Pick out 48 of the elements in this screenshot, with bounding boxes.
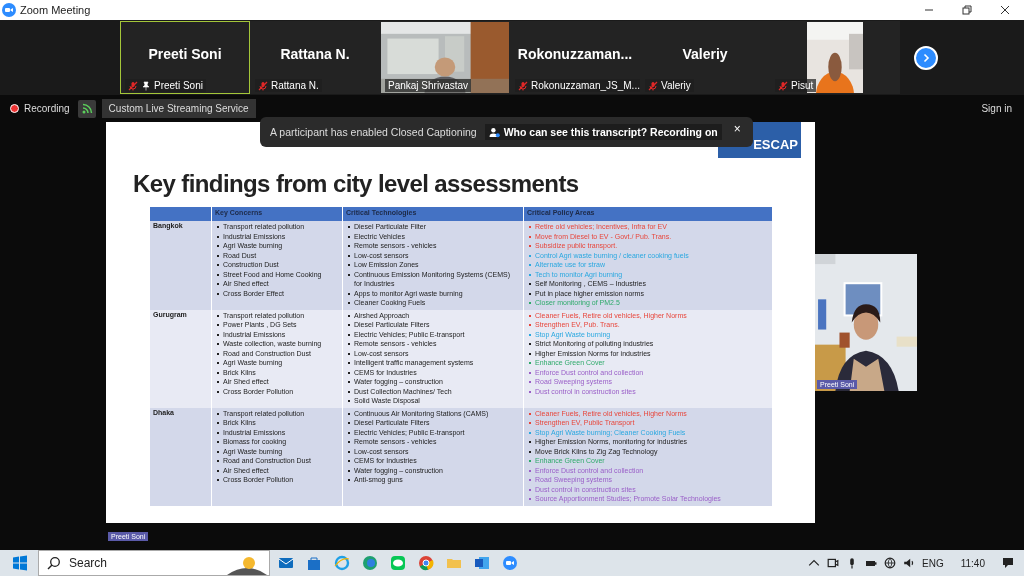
transcript-button[interactable]: Who can see this transcript? Recording on	[484, 124, 722, 140]
search-icon	[47, 556, 61, 570]
participant-tile[interactable]: Preeti Soni Preeti Soni	[120, 21, 250, 94]
participant-label: Rattana N.	[255, 79, 322, 92]
participant-label: Pisut	[775, 79, 817, 92]
chrome-icon[interactable]	[418, 555, 434, 571]
participant-tile[interactable]: Pankaj Shrivastav	[380, 21, 510, 94]
notification-icon[interactable]	[1002, 557, 1014, 569]
participant-name: Rokonuzzaman...	[517, 45, 633, 62]
mail-icon[interactable]	[278, 555, 294, 571]
close-icon[interactable]	[1000, 5, 1010, 15]
camera-icon[interactable]	[827, 557, 840, 569]
globe-icon[interactable]	[884, 557, 897, 569]
live-stream-icon[interactable]	[77, 99, 96, 118]
video-call-app-icon[interactable]	[502, 555, 518, 571]
recording-indicator[interactable]: Recording	[10, 103, 70, 114]
language-indicator[interactable]: ENG	[922, 557, 944, 569]
participant-label: Valeriy	[645, 79, 694, 92]
participant-name: Valeriy	[682, 45, 728, 62]
chevron-right-icon	[921, 53, 931, 63]
browser-icon[interactable]	[362, 555, 378, 571]
window-title: Zoom Meeting	[20, 4, 91, 16]
live-streaming-button[interactable]: Custom Live Streaming Service	[101, 99, 256, 118]
participant-label: Pankaj Shrivastav	[385, 79, 472, 92]
participant-tile[interactable]: Valeriy Valeriy	[640, 21, 770, 94]
sign-in-link[interactable]: Sign in	[981, 103, 1012, 114]
start-button-icon[interactable]	[12, 555, 28, 571]
person-icon	[488, 126, 500, 138]
participant-label: Preeti Soni	[125, 79, 206, 92]
caret-icon[interactable]	[808, 557, 821, 569]
store-icon[interactable]	[306, 555, 322, 571]
caption-message: A participant has enabled Closed Captioning	[270, 126, 477, 138]
participant-name: Rattana N.	[280, 45, 350, 62]
speaker-icon[interactable]	[903, 557, 916, 569]
header-cell	[150, 207, 211, 221]
participant-tile[interactable]: Pisut	[770, 21, 900, 94]
participant-name: Preeti Soni	[148, 45, 222, 62]
restore-icon[interactable]	[962, 5, 972, 15]
close-button[interactable]: ×	[729, 122, 743, 142]
slide-title: Key findings from city level assessments	[133, 170, 580, 198]
participant-label: Rokonuzzaman_JS_M...	[515, 79, 643, 92]
participant-tile[interactable]: Rattana N. Rattana N.	[250, 21, 380, 94]
weather-icon	[227, 555, 267, 575]
clock[interactable]: 11:40	[960, 557, 985, 569]
next-page-button[interactable]	[914, 46, 938, 70]
search-field[interactable]: Search	[38, 550, 270, 576]
participant-tile[interactable]: Rokonuzzaman... Rokonuzzaman_JS_M...	[510, 21, 640, 94]
document-app-icon[interactable]	[474, 555, 490, 571]
